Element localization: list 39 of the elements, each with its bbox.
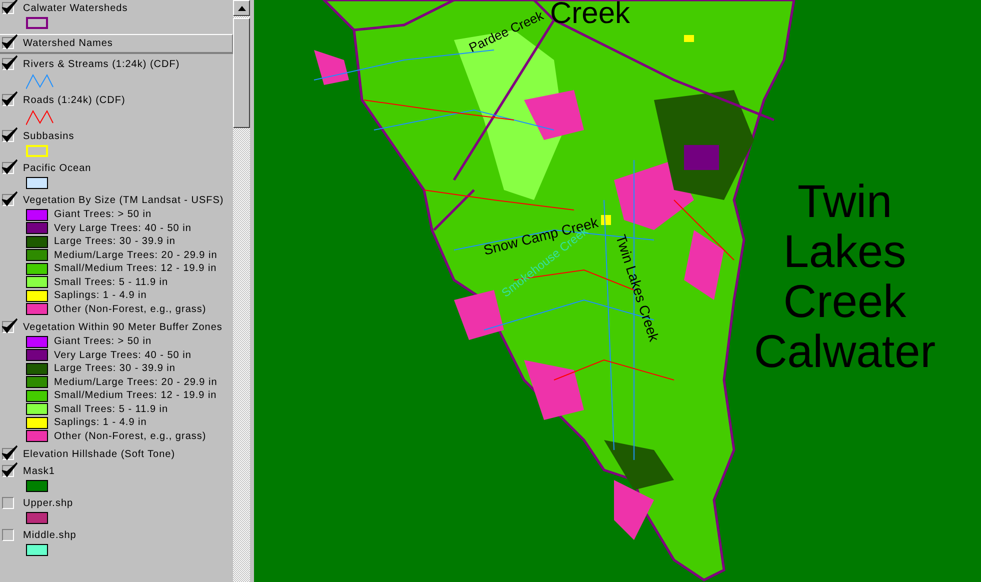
up-arrow-icon [238,6,246,10]
layer-title: Elevation Hillshade (Soft Tone) [23,448,176,460]
layer-title: Vegetation Within 90 Meter Buffer Zones [23,322,222,332]
legend-layer[interactable]: Upper.shp [0,495,233,527]
class-label: Very Large Trees: 40 - 50 in [54,222,192,234]
layer-title: Mask1 [23,466,55,476]
legend-layer[interactable]: Middle.shp [0,527,233,559]
class-label: Very Large Trees: 40 - 50 in [54,350,192,361]
scrollbar[interactable] [233,0,250,582]
map-label: Twin Lakes Creek [612,232,662,344]
map-title: Twin Lakes Creek Calwater [754,176,936,376]
layer-title: Subbasins [23,130,74,142]
map-label: Creek [550,0,630,30]
layer-title: Roads (1:24k) (CDF) [23,94,126,106]
layer-checkbox[interactable] [2,497,14,509]
layer-checkbox[interactable] [2,529,14,541]
layer-title: Watershed Names [23,38,113,48]
layer-title: Pacific Ocean [23,162,92,174]
class-label: Saplings: 1 - 4.9 in [54,290,147,302]
layer-title: Rivers & Streams (1:24k) (CDF) [23,58,180,70]
class-label: Saplings: 1 - 4.9 in [54,417,147,428]
layer-title: Vegetation By Size (TM Landsat - USFS) [23,194,224,206]
scroll-up-button[interactable] [233,0,250,16]
class-label: Small/Medium Trees: 12 - 19.9 in [54,390,217,402]
class-label: Giant Trees: > 50 in [54,209,152,220]
class-label: Medium/Large Trees: 20 - 29.9 in [54,250,218,261]
class-label: Small Trees: 5 - 11.9 in [54,276,168,288]
class-label: Large Trees: 30 - 39.9 in [54,236,176,248]
class-label: Other (Non-Forest, e.g., grass) [54,430,206,442]
class-label: Other (Non-Forest, e.g., grass) [54,304,206,315]
class-label: Small Trees: 5 - 11.9 in [54,404,168,415]
class-label: Medium/Large Trees: 20 - 29.9 in [54,376,218,388]
class-label: Giant Trees: > 50 in [54,336,152,348]
layer-title: Middle.shp [23,530,76,540]
class-label: Large Trees: 30 - 39.9 in [54,363,176,374]
layer-title: Upper.shp [23,498,74,508]
scroll-thumb[interactable] [233,18,250,128]
class-label: Small/Medium Trees: 12 - 19.9 in [54,263,217,274]
layer-title: Calwater Watersheds [23,2,128,14]
